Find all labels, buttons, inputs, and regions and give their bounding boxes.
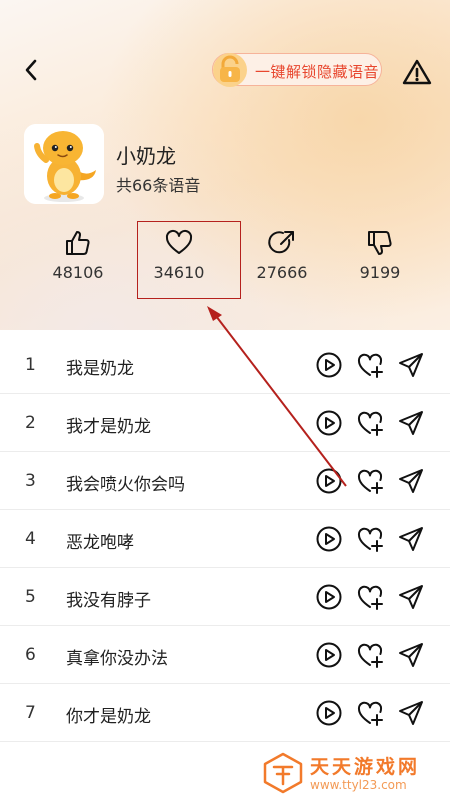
watermark: 天天游戏网 www.ttyl23.com (262, 752, 442, 796)
watermark-url: www.ttyl23.com (310, 778, 407, 792)
dislike-stat[interactable]: 9199 (330, 228, 430, 282)
voice-count: 共66条语音 (116, 176, 201, 195)
watermark-title: 天天游戏网 (310, 756, 421, 778)
add-favorite-icon[interactable] (356, 525, 384, 553)
play-icon[interactable] (315, 525, 343, 553)
warning-icon[interactable] (402, 58, 432, 86)
item-index: 4 (25, 529, 36, 549)
item-name: 恶龙咆哮 (66, 533, 134, 553)
voice-list: 1 我是奶龙 2 我才是奶龙 3 我会喷火你会吗 4 恶龙咆哮 5 我没有脖子 … (0, 336, 450, 742)
send-icon[interactable] (397, 583, 425, 611)
list-item[interactable]: 4 恶龙咆哮 (0, 510, 450, 568)
item-name: 我没有脖子 (66, 591, 151, 611)
share-stat[interactable]: 27666 (232, 228, 332, 282)
play-icon[interactable] (315, 699, 343, 727)
lock-icon (213, 53, 247, 87)
send-icon[interactable] (397, 699, 425, 727)
item-index: 6 (25, 645, 36, 665)
item-index: 7 (25, 703, 36, 723)
watermark-logo-icon (263, 752, 303, 794)
item-name: 我会喷火你会吗 (66, 475, 185, 495)
highlight-box (137, 221, 241, 299)
list-item[interactable]: 2 我才是奶龙 (0, 394, 450, 452)
play-icon[interactable] (315, 583, 343, 611)
add-favorite-icon[interactable] (356, 641, 384, 669)
send-icon[interactable] (397, 641, 425, 669)
back-icon[interactable] (18, 56, 46, 84)
unlock-label: 一键解锁隐藏语音 (255, 63, 380, 81)
unlock-hidden-voices-button[interactable]: 一键解锁隐藏语音 (212, 53, 382, 87)
item-index: 3 (25, 471, 36, 491)
send-icon[interactable] (397, 351, 425, 379)
thumbs-up-icon (66, 231, 90, 255)
item-name: 我才是奶龙 (66, 417, 151, 437)
item-name: 我是奶龙 (66, 359, 134, 379)
add-favorite-icon[interactable] (356, 409, 384, 437)
thumbs-down-icon (368, 231, 392, 255)
add-favorite-icon[interactable] (356, 351, 384, 379)
item-index: 5 (25, 587, 36, 607)
like-count: 48106 (52, 263, 104, 282)
page-title: 小奶龙 (116, 144, 176, 168)
item-name: 你才是奶龙 (66, 707, 151, 727)
list-item[interactable]: 3 我会喷火你会吗 (0, 452, 450, 510)
item-index: 2 (25, 413, 36, 433)
add-favorite-icon[interactable] (356, 583, 384, 611)
share-count: 27666 (256, 263, 308, 282)
send-icon[interactable] (397, 467, 425, 495)
send-icon[interactable] (397, 525, 425, 553)
item-name: 真拿你没办法 (66, 649, 168, 669)
dislike-count: 9199 (359, 263, 401, 282)
list-item[interactable]: 5 我没有脖子 (0, 568, 450, 626)
list-item[interactable]: 1 我是奶龙 (0, 336, 450, 394)
add-favorite-icon[interactable] (356, 467, 384, 495)
item-index: 1 (25, 355, 36, 375)
send-icon[interactable] (397, 409, 425, 437)
avatar (24, 124, 104, 204)
list-item[interactable]: 6 真拿你没办法 (0, 626, 450, 684)
list-item[interactable]: 7 你才是奶龙 (0, 684, 450, 742)
add-favorite-icon[interactable] (356, 699, 384, 727)
play-icon[interactable] (315, 467, 343, 495)
play-icon[interactable] (315, 641, 343, 669)
share-icon (268, 231, 294, 254)
play-icon[interactable] (315, 351, 343, 379)
play-icon[interactable] (315, 409, 343, 437)
like-stat[interactable]: 48106 (28, 228, 128, 282)
